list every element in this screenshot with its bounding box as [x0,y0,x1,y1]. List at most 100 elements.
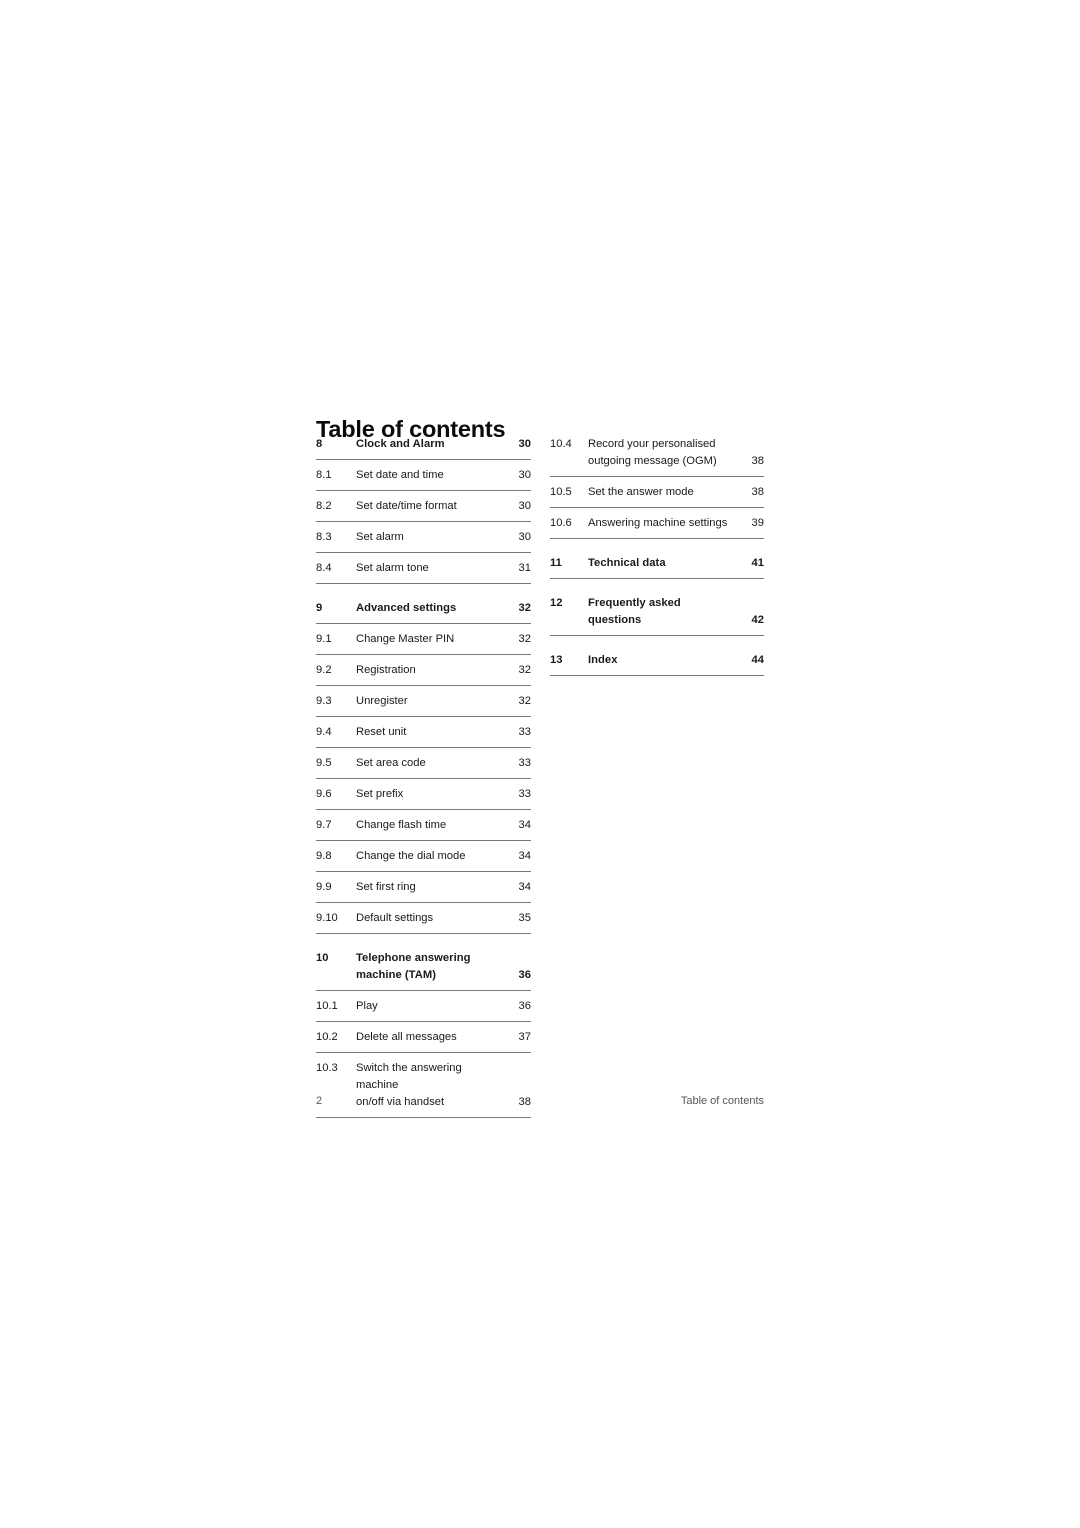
toc-entry-page-number: 33 [518,757,531,769]
toc-entry-number: 9.1 [316,633,332,645]
toc-entry-label: Record your personalised outgoing message… [588,436,744,470]
toc-entry-page-number: 32 [518,664,531,676]
toc-section-entry[interactable]: 9.5 Set area code 33 [316,755,531,779]
toc-entry-number: 9.3 [316,695,332,707]
toc-entry-page-number: 33 [518,726,531,738]
toc-entry-label-line: Registration [356,664,416,676]
toc-entry-page-number: 30 [518,469,531,481]
toc-entry-page-number: 39 [751,517,764,529]
footer-running-head: Table of contents [680,1095,764,1107]
toc-entry-label-line: Frequently asked [588,597,681,609]
toc-entry-number: 8 [316,438,323,450]
toc-entry-label-line: outgoing message (OGM) [588,455,717,467]
toc-section-entry[interactable]: 10.4 Record your personalised outgoing mes… [550,436,764,477]
toc-entry-label-line: Index [588,654,618,666]
document-page: Table of contents 8 Clock and Alarm 30 8.1 S… [0,0,1080,1528]
toc-entry-page-number: 35 [518,912,531,924]
toc-entry-label: Clock and Alarm [356,436,511,453]
toc-entry-label: Set first ring [356,879,511,896]
toc-section-entry[interactable]: 8.3 Set alarm 30 [316,529,531,553]
toc-section-entry[interactable]: 9.3 Unregister 32 [316,693,531,717]
toc-section-entry[interactable]: 8.4 Set alarm tone 31 [316,560,531,584]
footer-page-number: 2 [316,1095,323,1107]
toc-entry-label-line: Change flash time [356,819,447,831]
toc-entry-number: 10.2 [316,1031,338,1043]
toc-entry-label-line: Technical data [588,557,666,569]
toc-entry-number: 8.4 [316,562,332,574]
toc-section-entry[interactable]: 9.10 Default settings 35 [316,910,531,934]
toc-section-entry[interactable]: 10.2 Delete all messages 37 [316,1029,531,1053]
toc-entry-page-number: 30 [518,531,531,543]
toc-entry-label-line: machine (TAM) [356,969,436,981]
toc-entry-label: Set alarm [356,529,511,546]
toc-entry-number: 8.1 [316,469,332,481]
toc-chapter-entry[interactable]: 9 Advanced settings 32 [316,600,531,624]
toc-entry-label-line: Play [356,1000,378,1012]
toc-entry-label: Index [588,652,744,669]
toc-section-entry[interactable]: 9.7 Change flash time 34 [316,817,531,841]
toc-chapter-entry[interactable]: 11 Technical data 41 [550,555,764,579]
toc-entry-number: 12 [550,597,563,609]
toc-entry-label: Unregister [356,693,511,710]
toc-section-entry[interactable]: 9.8 Change the dial mode 34 [316,848,531,872]
toc-entry-label-line: Change Master PIN [356,633,455,645]
toc-chapter-entry[interactable]: 13 Index 44 [550,652,764,676]
toc-entry-label: Technical data [588,555,744,572]
toc-entry-label-line: Default settings [356,912,434,924]
toc-entry-label: Answering machine settings [588,515,744,532]
toc-chapter-entry[interactable]: 10 Telephone answering machine (TAM) 36 [316,950,531,991]
toc-section-entry[interactable]: 10.5 Set the answer mode 38 [550,484,764,508]
toc-section-entry[interactable]: 10.1 Play 36 [316,998,531,1022]
toc-entry-label-line: Set alarm [356,531,404,543]
toc-entry-number: 9.5 [316,757,332,769]
toc-entry-label-line: Reset unit [356,726,407,738]
page-footer: 2 Table of contents [316,1092,764,1110]
toc-entry-page-number: 34 [518,819,531,831]
toc-entry-page-number: 36 [518,969,531,981]
toc-entry-label: Set the answer mode [588,484,744,501]
toc-section-entry[interactable]: 9.4 Reset unit 33 [316,724,531,748]
toc-entry-page-number: 38 [751,486,764,498]
toc-section-entry[interactable]: 9.9 Set first ring 34 [316,879,531,903]
toc-entry-label-line: Unregister [356,695,408,707]
toc-left-column: 8 Clock and Alarm 30 8.1 Set date and time 30… [316,436,531,1125]
toc-entry-label-line: questions [588,614,642,626]
toc-entry-number: 13 [550,654,563,666]
toc-section-entry[interactable]: 9.2 Registration 32 [316,662,531,686]
toc-section-entry[interactable]: 10.6 Answering machine settings 39 [550,515,764,539]
toc-section-entry[interactable]: 9.6 Set prefix 33 [316,786,531,810]
toc-section-entry[interactable]: 9.1 Change Master PIN 32 [316,631,531,655]
toc-entry-label: Default settings [356,910,511,927]
toc-chapter-entry[interactable]: 8 Clock and Alarm 30 [316,436,531,460]
toc-entry-page-number: 32 [518,695,531,707]
toc-entry-page-number: 34 [518,850,531,862]
toc-entry-page-number: 30 [518,500,531,512]
toc-chapter-entry[interactable]: 12 Frequently asked questions 42 [550,595,764,636]
toc-entry-label: Set alarm tone [356,560,511,577]
toc-entry-number: 10 [316,952,329,964]
toc-entry-page-number: 44 [751,654,764,666]
toc-entry-label-line: Set alarm tone [356,562,429,574]
toc-entry-label-line: Delete all messages [356,1031,457,1043]
toc-section-entry[interactable]: 8.2 Set date/time format 30 [316,498,531,522]
toc-entry-page-number: 41 [751,557,764,569]
toc-entry-label: Delete all messages [356,1029,511,1046]
toc-entry-page-number: 32 [518,602,531,614]
toc-entry-label-line: Set date and time [356,469,444,481]
toc-entry-page-number: 42 [751,614,764,626]
toc-entry-page-number: 36 [518,1000,531,1012]
toc-entry-label: Play [356,998,511,1015]
toc-entry-label-line: Answering machine settings [588,517,728,529]
toc-entry-number: 9.2 [316,664,332,676]
toc-entry-label-line: Advanced settings [356,602,457,614]
toc-entry-label: Registration [356,662,511,679]
toc-entry-page-number: 33 [518,788,531,800]
toc-entry-label-line: Switch the answering machine [356,1062,462,1091]
toc-entry-number: 10.4 [550,438,572,450]
toc-entry-number: 8.2 [316,500,332,512]
toc-entry-label: Change the dial mode [356,848,511,865]
toc-entry-label-line: Change the dial mode [356,850,466,862]
toc-entry-number: 9.4 [316,726,332,738]
toc-entry-label-line: Clock and Alarm [356,438,445,450]
toc-section-entry[interactable]: 8.1 Set date and time 30 [316,467,531,491]
